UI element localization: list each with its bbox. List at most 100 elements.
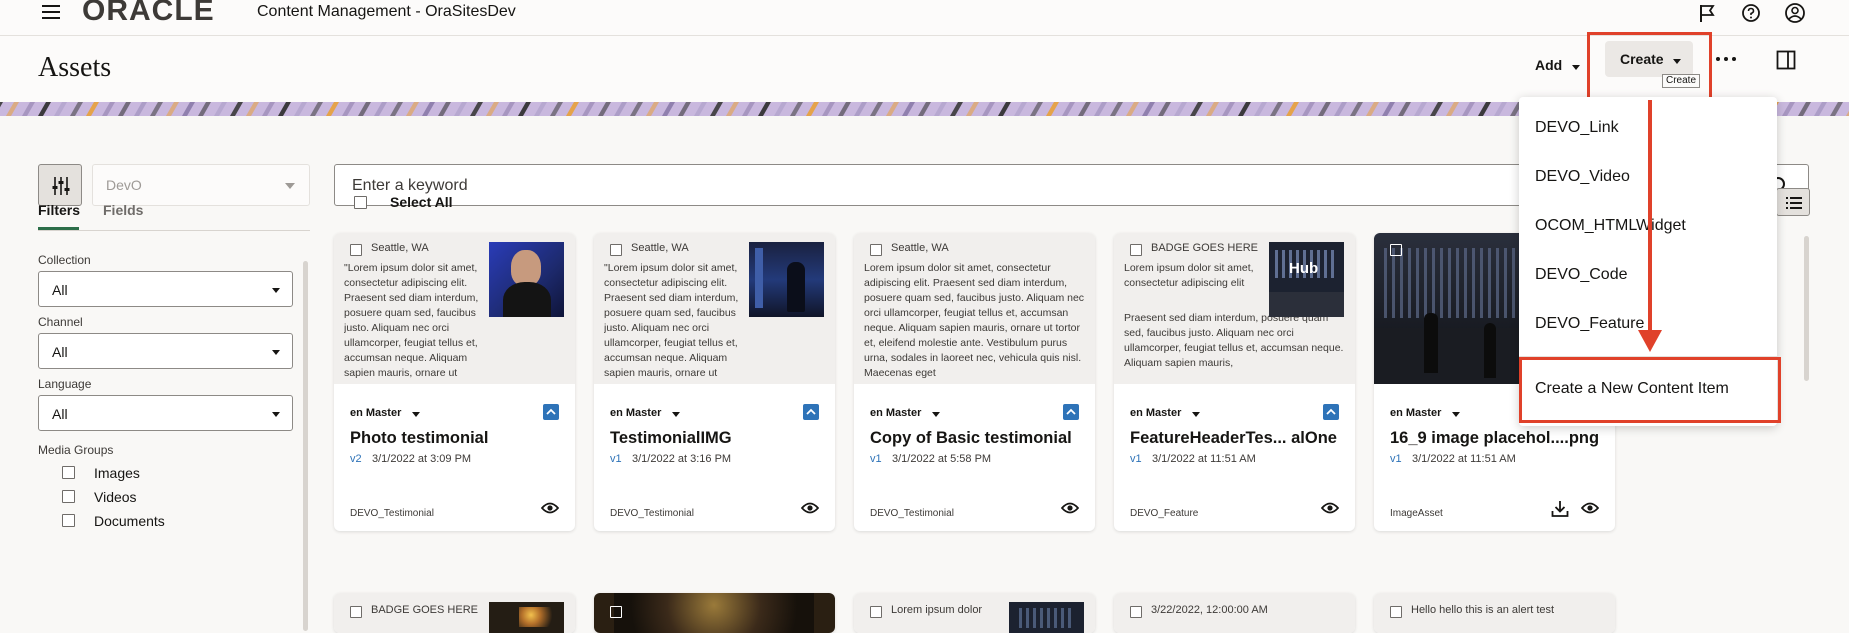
menu-item-devo-link[interactable]: DEVO_Link xyxy=(1535,119,1619,137)
card-preview-text: Lorem ipsum dolor sit amet, consectetur … xyxy=(864,262,1085,379)
card-title[interactable]: FeatureHeaderTes... alOne xyxy=(1130,429,1337,448)
chevron-down-icon xyxy=(272,350,280,355)
more-actions-icon[interactable] xyxy=(1716,57,1738,63)
card-language[interactable]: en Master xyxy=(350,407,401,419)
collection-select[interactable]: All xyxy=(38,271,293,307)
card-checkbox[interactable] xyxy=(1130,606,1142,618)
annotation-arrow xyxy=(1638,100,1662,352)
create-button-label: Create xyxy=(1620,51,1664,67)
videos-label: Videos xyxy=(94,489,137,505)
grid-scrollbar[interactable] xyxy=(1804,236,1809,381)
menu-item-devo-video[interactable]: DEVO_Video xyxy=(1535,168,1630,186)
card-language[interactable]: en Master xyxy=(870,407,921,419)
user-avatar-icon[interactable] xyxy=(1784,2,1806,24)
eye-icon[interactable] xyxy=(1321,501,1339,515)
create-button[interactable]: Create xyxy=(1605,41,1693,77)
help-icon[interactable] xyxy=(1741,3,1761,23)
card-checkbox[interactable] xyxy=(350,606,362,618)
eye-icon[interactable] xyxy=(801,501,819,515)
card-checkbox[interactable] xyxy=(1390,606,1402,618)
page-title: Assets xyxy=(38,52,112,83)
asset-card[interactable]: BADGE GOES HERE Lorem ipsum dolor sit ame… xyxy=(1114,233,1355,531)
card-checkbox[interactable] xyxy=(870,606,882,618)
flag-icon[interactable] xyxy=(1698,3,1716,23)
card-checkbox[interactable] xyxy=(350,244,362,256)
chevron-down-icon[interactable] xyxy=(672,412,680,417)
tab-fields[interactable]: Fields xyxy=(103,202,143,218)
create-tooltip: Create xyxy=(1662,74,1701,88)
card-title[interactable]: 16_9 image placehol....png xyxy=(1390,429,1599,448)
card-preview: Seattle, WA "Lorem ipsum dolor sit amet, … xyxy=(594,233,835,384)
language-label: Language xyxy=(38,377,92,391)
chevron-down-icon[interactable] xyxy=(1452,412,1460,417)
asset-card[interactable]: 3/22/2022, 12:00:00 AM xyxy=(1114,593,1355,633)
repository-select-value: DevO xyxy=(106,177,142,193)
channel-select[interactable]: All xyxy=(38,333,293,369)
asset-card[interactable]: BADGE GOES HERE xyxy=(334,593,575,633)
card-checkbox[interactable] xyxy=(610,244,622,256)
expand-up-icon[interactable] xyxy=(1323,404,1339,420)
menu-item-create-new-content-item[interactable]: Create a New Content Item xyxy=(1535,380,1729,398)
menu-item-devo-feature[interactable]: DEVO_Feature xyxy=(1535,315,1644,333)
card-language[interactable]: en Master xyxy=(1130,407,1181,419)
asset-card[interactable]: Lorem ipsum dolor xyxy=(854,593,1095,633)
filter-toggle-button[interactable] xyxy=(38,164,82,206)
tab-filters[interactable]: Filters xyxy=(38,202,80,218)
asset-card[interactable]: Hello hello this is an alert test xyxy=(1374,593,1615,633)
card-checkbox[interactable] xyxy=(1390,244,1402,256)
expand-up-icon[interactable] xyxy=(543,404,559,420)
videos-checkbox[interactable] xyxy=(62,490,75,503)
asset-card[interactable] xyxy=(594,593,835,633)
images-checkbox[interactable] xyxy=(62,466,75,479)
card-thumbnail xyxy=(749,242,824,317)
hamburger-menu-icon[interactable] xyxy=(42,5,60,21)
asset-card[interactable]: Seattle, WA "Lorem ipsum dolor sit amet, … xyxy=(594,233,835,531)
asset-card[interactable]: Seattle, WA Lorem ipsum dolor sit amet, c… xyxy=(854,233,1095,531)
card-language[interactable]: en Master xyxy=(610,407,661,419)
add-button[interactable]: Add xyxy=(1522,48,1582,84)
chevron-down-icon[interactable] xyxy=(932,412,940,417)
card-preview-text: "Lorem ipsum dolor sit amet, consectetur… xyxy=(604,262,739,379)
card-version: v1 xyxy=(870,453,882,465)
card-title[interactable]: Copy of Basic testimonial xyxy=(870,429,1072,448)
select-all-checkbox[interactable] xyxy=(354,196,367,209)
chevron-down-icon xyxy=(1673,59,1681,64)
card-date: 3/1/2022 at 3:16 PM xyxy=(632,453,732,465)
card-type: ImageAsset xyxy=(1390,508,1443,519)
sidebar-scrollbar[interactable] xyxy=(303,261,308,631)
card-checkbox[interactable] xyxy=(1130,244,1142,256)
asset-card[interactable]: Seattle, WA "Lorem ipsum dolor sit amet, … xyxy=(334,233,575,531)
card-type: DEVO_Testimonial xyxy=(610,508,694,519)
card-title[interactable]: Photo testimonial xyxy=(350,429,488,448)
chevron-down-icon[interactable] xyxy=(1192,412,1200,417)
search-placeholder: Enter a keyword xyxy=(352,177,468,194)
eye-icon[interactable] xyxy=(1581,501,1599,515)
card-location: Seattle, WA xyxy=(631,242,689,254)
card-language[interactable]: en Master xyxy=(1390,407,1441,419)
oracle-logo: ORACLE xyxy=(82,0,215,27)
card-preview: BADGE GOES HERE Lorem ipsum dolor sit ame… xyxy=(1114,233,1355,384)
card-preview: Seattle, WA Lorem ipsum dolor sit amet, c… xyxy=(854,233,1095,384)
card-checkbox[interactable] xyxy=(610,606,622,618)
card-title[interactable]: TestimonialIMG xyxy=(610,429,732,448)
card-checkbox[interactable] xyxy=(870,244,882,256)
documents-checkbox[interactable] xyxy=(62,514,75,527)
eye-icon[interactable] xyxy=(1061,501,1079,515)
expand-up-icon[interactable] xyxy=(1063,404,1079,420)
card-version: v1 xyxy=(610,453,622,465)
menu-item-devo-code[interactable]: DEVO_Code xyxy=(1535,266,1628,284)
download-icon[interactable] xyxy=(1551,500,1569,518)
list-view-icon xyxy=(1786,197,1802,209)
language-select[interactable]: All xyxy=(38,395,293,431)
repository-select[interactable]: DevO xyxy=(92,164,310,206)
card-preview-text: Hello hello this is an alert test xyxy=(1411,604,1555,616)
list-view-button[interactable] xyxy=(1776,188,1810,216)
eye-icon[interactable] xyxy=(541,501,559,515)
media-groups-label: Media Groups xyxy=(38,443,114,457)
language-select-value: All xyxy=(52,406,68,422)
card-date: 3/22/2022, 12:00:00 AM xyxy=(1151,604,1268,616)
chevron-down-icon[interactable] xyxy=(412,412,420,417)
card-preview-text: Lorem ipsum dolor xyxy=(891,604,983,616)
expand-up-icon[interactable] xyxy=(803,404,819,420)
side-panel-toggle-icon[interactable] xyxy=(1776,50,1796,70)
